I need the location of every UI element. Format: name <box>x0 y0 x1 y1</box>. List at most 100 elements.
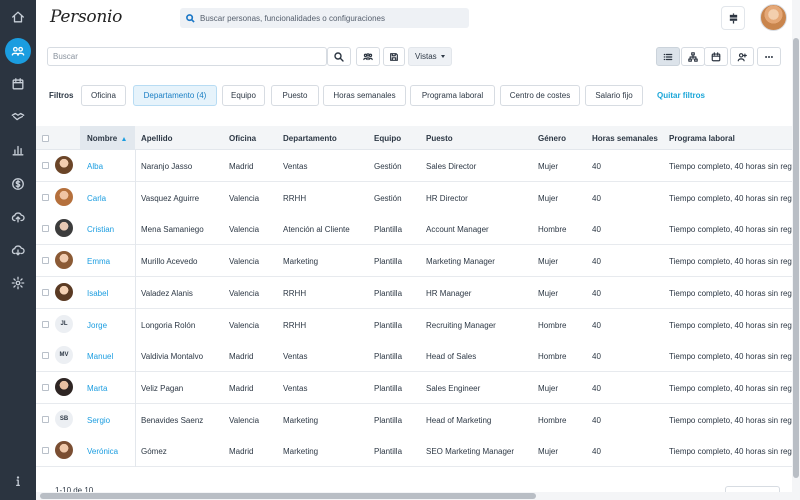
column-header-programa-laboral[interactable]: Programa laboral <box>669 134 735 143</box>
row-checkbox[interactable] <box>42 288 49 296</box>
select-all-checkbox[interactable] <box>42 135 49 142</box>
group-button[interactable] <box>356 47 380 66</box>
cell-oficina: Valencia <box>229 225 260 235</box>
more-options-button[interactable] <box>757 47 781 66</box>
cell-nombre[interactable]: Jorge <box>87 321 107 330</box>
column-header-oficina[interactable]: Oficina <box>229 134 256 143</box>
cell-horas-semanales: 40 <box>592 383 601 393</box>
column-header-equipo[interactable]: Equipo <box>374 134 401 143</box>
more-icon <box>765 55 773 58</box>
avatar[interactable] <box>55 282 73 301</box>
cell-horas-semanales: 40 <box>592 193 601 203</box>
employee-search-input[interactable] <box>53 52 293 61</box>
cell-genero: Hombre <box>538 352 567 362</box>
table-row[interactable]: Cristian Mena Samaniego Valencia Atención a… <box>36 213 792 246</box>
sidebar-item-export[interactable] <box>5 237 31 263</box>
row-checkbox[interactable] <box>42 447 49 455</box>
table-row[interactable]: Alba Naranjo Jasso Madrid Ventas Gestión Sale… <box>36 150 792 182</box>
avatar[interactable] <box>55 441 73 460</box>
cell-nombre[interactable]: Cristian <box>87 225 114 234</box>
table-row[interactable]: Verónica Gómez Madrid Marketing Plantilla SEO… <box>36 435 792 467</box>
filter-centro-de-costes[interactable]: Centro de costes <box>500 85 580 106</box>
row-checkbox[interactable] <box>42 162 49 169</box>
cell-equipo: Gestión <box>374 162 402 171</box>
table-row[interactable]: Emma Murillo Acevedo Valencia Marketing Plan… <box>36 245 792 278</box>
row-checkbox[interactable] <box>42 415 49 423</box>
avatar-initials[interactable]: MV <box>55 346 73 365</box>
search-button[interactable] <box>327 47 351 66</box>
add-employee-button[interactable] <box>730 47 754 66</box>
sidebar-item-people[interactable] <box>5 38 31 64</box>
filter-programa-laboral[interactable]: Programa laboral <box>410 85 495 106</box>
cell-nombre[interactable]: Sergio <box>87 416 110 425</box>
avatar[interactable] <box>55 219 73 238</box>
avatar-initials[interactable]: JL <box>55 314 73 333</box>
vertical-scrollbar-thumb[interactable] <box>793 38 799 478</box>
clear-filters-link[interactable]: Quitar filtros <box>657 91 705 100</box>
calendar-view-button[interactable] <box>704 47 728 66</box>
horizontal-scrollbar[interactable] <box>36 492 792 500</box>
global-search[interactable] <box>180 8 469 28</box>
avatar-initials[interactable]: SB <box>55 409 73 428</box>
cell-equipo: Plantilla <box>374 415 403 425</box>
org-chart-button[interactable] <box>681 47 705 66</box>
sidebar-item-home[interactable] <box>5 4 31 30</box>
cell-nombre[interactable]: Manuel <box>87 352 113 361</box>
sidebar-item-import[interactable] <box>5 204 31 230</box>
column-header-apellido[interactable]: Apellido <box>141 134 173 143</box>
user-avatar[interactable] <box>760 4 787 31</box>
avatar[interactable] <box>55 187 73 206</box>
cell-nombre[interactable]: Marta <box>87 384 107 393</box>
table-row[interactable]: Marta Veliz Pagan Madrid Ventas Plantilla Sal… <box>36 371 792 404</box>
table-row[interactable]: SB Sergio Benavides Saenz Valencia Marketing… <box>36 403 792 436</box>
row-checkbox[interactable] <box>42 383 49 391</box>
row-checkbox[interactable] <box>42 225 49 233</box>
avatar[interactable] <box>55 251 73 270</box>
column-header-departamento[interactable]: Departamento <box>283 134 337 143</box>
row-checkbox[interactable] <box>42 257 49 265</box>
signpost-button[interactable] <box>721 6 745 30</box>
filter-horas-semanales[interactable]: Horas semanales <box>323 85 406 106</box>
filter-oficina[interactable]: Oficina <box>81 85 126 106</box>
save-view-button[interactable] <box>383 47 405 66</box>
column-header-nombre[interactable]: Nombre <box>87 134 127 143</box>
filter-departamento[interactable]: Departamento (4) <box>133 85 217 106</box>
cell-nombre[interactable]: Carla <box>87 194 106 203</box>
global-search-input[interactable] <box>200 13 460 23</box>
sidebar-item-payroll[interactable] <box>5 171 31 197</box>
filter-puesto[interactable]: Puesto <box>271 85 319 106</box>
sidebar-item-recruiting[interactable] <box>5 104 31 130</box>
cell-equipo: Gestión <box>374 193 402 203</box>
cell-nombre[interactable]: Verónica <box>87 447 118 456</box>
list-view-button[interactable] <box>656 47 680 66</box>
filter-salario-fijo[interactable]: Salario fijo <box>585 85 643 106</box>
table-row[interactable]: Carla Vasquez Aguirre Valencia RRHH Gestión H… <box>36 181 792 214</box>
vistas-dropdown[interactable]: Vistas <box>408 47 452 66</box>
column-header-puesto[interactable]: Puesto <box>426 134 453 143</box>
horizontal-scrollbar-thumb[interactable] <box>40 493 536 499</box>
search-icon <box>334 51 344 62</box>
cell-departamento: Marketing <box>283 447 319 457</box>
employee-search[interactable] <box>47 47 327 66</box>
sidebar-item-calendar[interactable] <box>5 71 31 97</box>
table-row[interactable]: Isabel Valadez Alanis Valencia RRHH Plantill… <box>36 276 792 309</box>
row-checkbox[interactable] <box>42 320 49 328</box>
sidebar-item-settings[interactable] <box>5 270 31 296</box>
cell-nombre[interactable]: Isabel <box>87 289 108 298</box>
vertical-scrollbar[interactable] <box>792 0 800 500</box>
table-row[interactable]: MV Manuel Valdivia Montalvo Madrid Ventas Pla… <box>36 340 792 373</box>
row-checkbox[interactable] <box>42 352 49 360</box>
filter-equipo[interactable]: Equipo <box>222 85 265 106</box>
sidebar-item-help[interactable] <box>5 468 31 494</box>
avatar[interactable] <box>55 377 73 396</box>
cell-nombre[interactable]: Alba <box>87 162 103 171</box>
cell-genero: Mujer <box>538 162 559 171</box>
column-header-horas-semanales[interactable]: Horas semanales <box>592 134 658 143</box>
cell-nombre[interactable]: Emma <box>87 257 110 266</box>
avatar[interactable] <box>55 156 73 174</box>
table-row[interactable]: JL Jorge Longoria Rolón Valencia RRHH Plantil… <box>36 308 792 341</box>
sidebar-item-reports[interactable] <box>5 137 31 163</box>
personio-logo[interactable]: Personio <box>50 7 122 27</box>
column-header-genero[interactable]: Género <box>538 134 566 143</box>
row-checkbox[interactable] <box>42 193 49 201</box>
